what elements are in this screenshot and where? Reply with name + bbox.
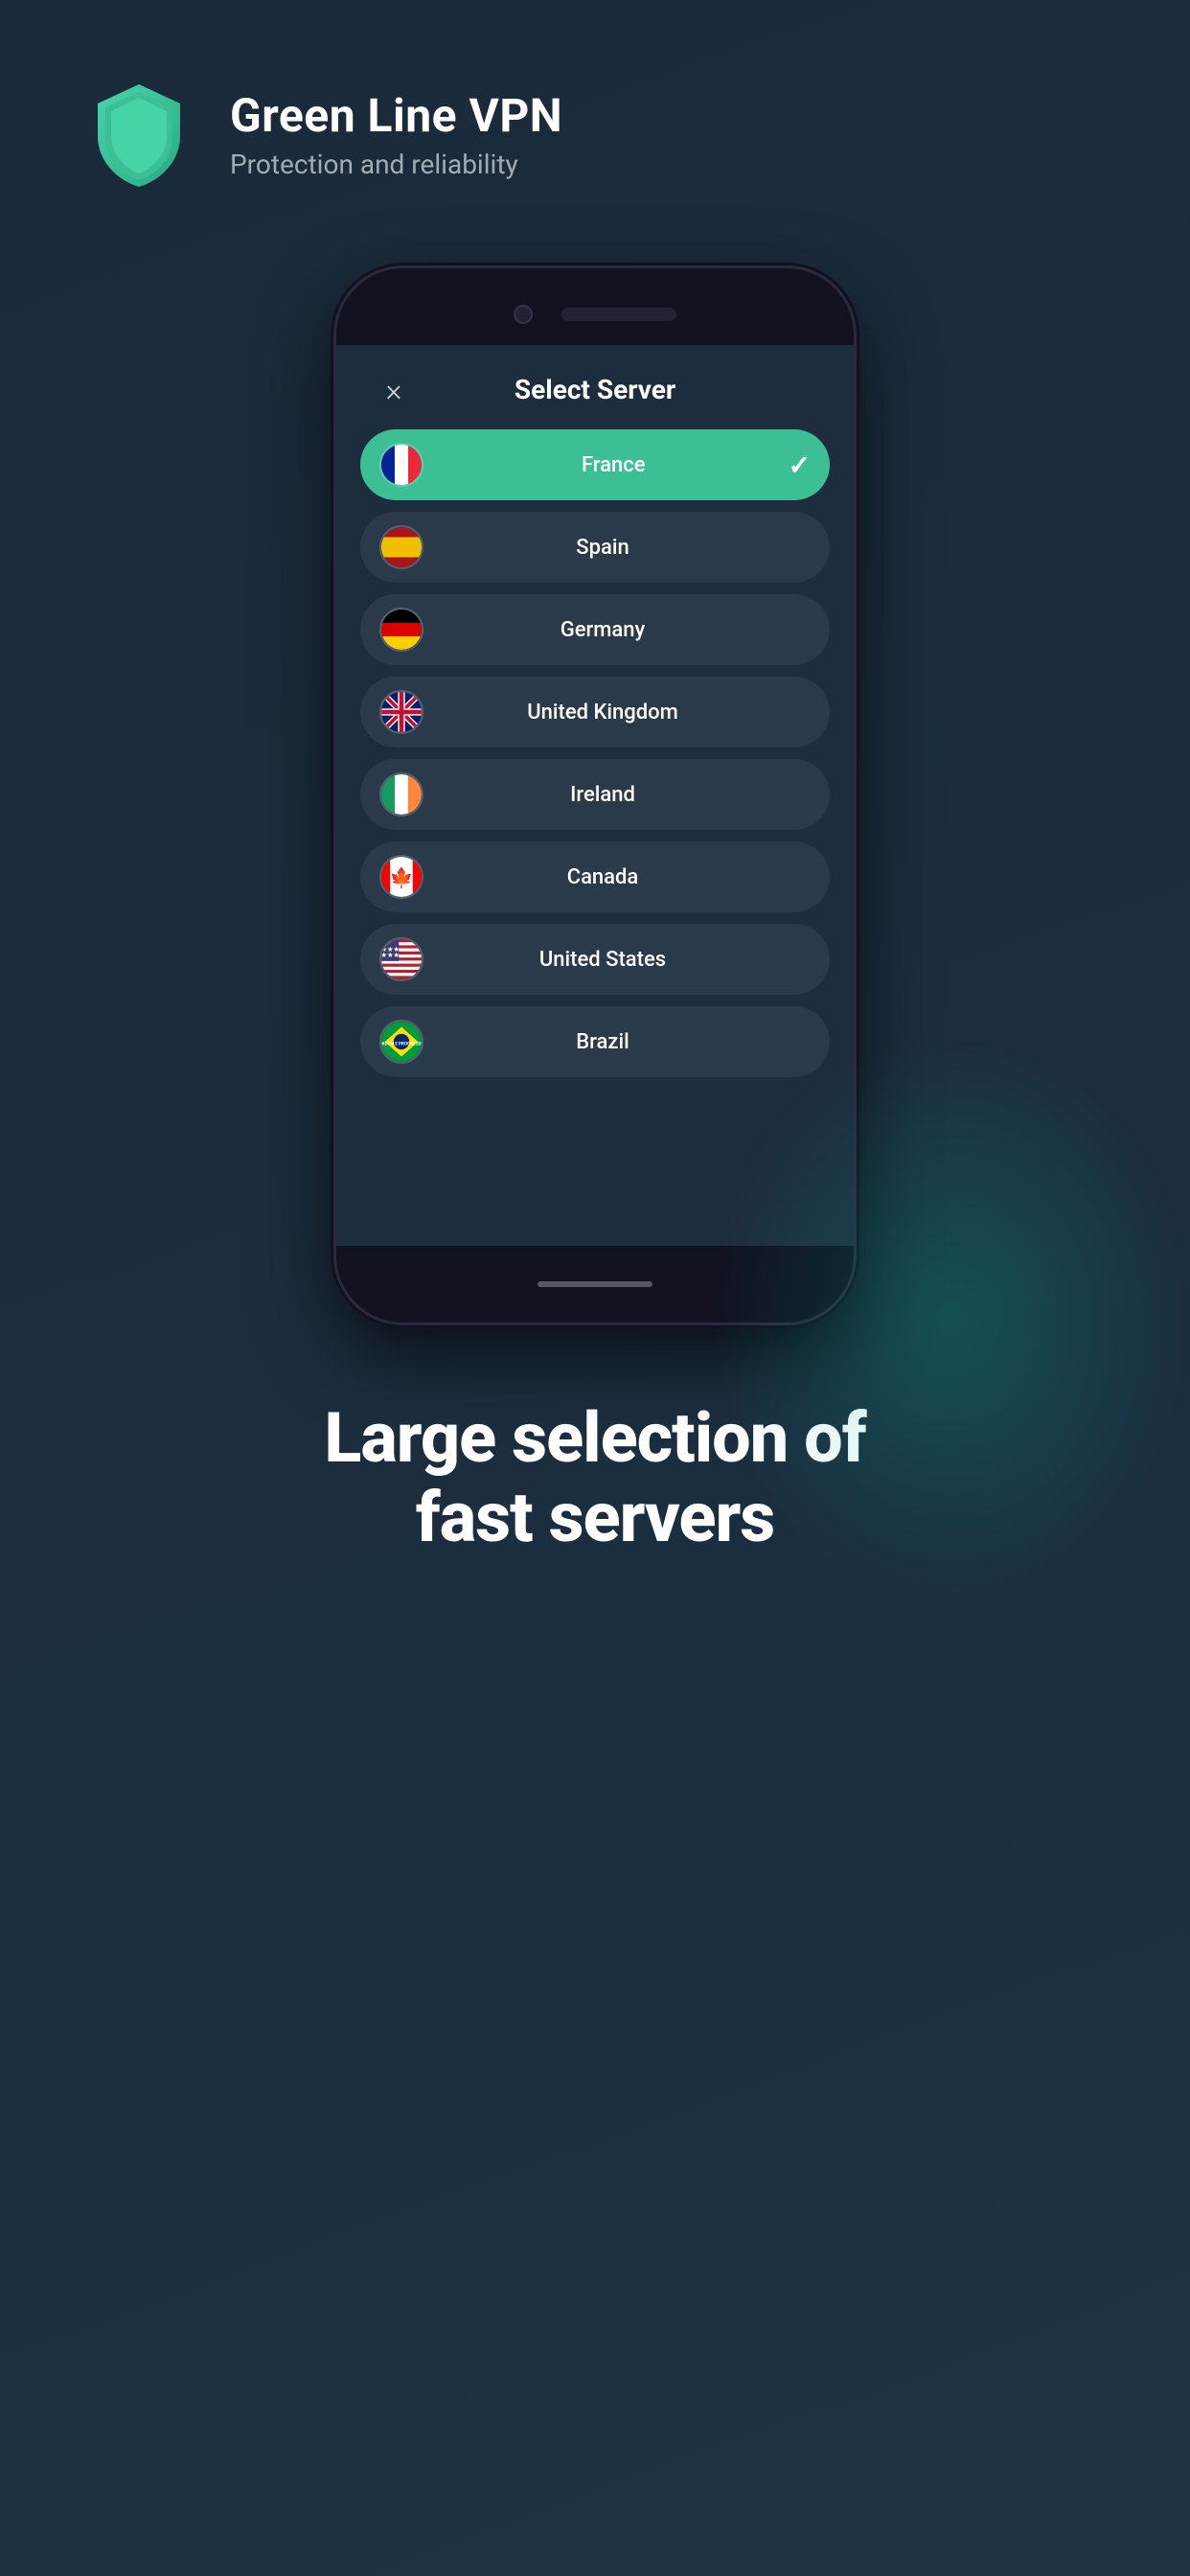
server-item-united-states[interactable]: ★★★ ★★★ United States xyxy=(360,924,830,995)
server-item-ireland[interactable]: Ireland xyxy=(360,759,830,830)
close-icon: × xyxy=(386,375,402,405)
phone-top-bar xyxy=(336,268,854,345)
check-icon: ✓ xyxy=(789,449,811,481)
server-item-brazil[interactable]: ORDEM E PROGRESSO Brazil xyxy=(360,1006,830,1077)
server-item-france[interactable]: France ✓ xyxy=(360,429,830,500)
tagline-line1: Large selection of xyxy=(324,1397,865,1479)
phone-screen: × Select Server xyxy=(336,345,854,1246)
server-name-brazil: Brazil xyxy=(439,1030,767,1054)
server-name-united-kingdom: United Kingdom xyxy=(439,701,767,724)
flag-germany xyxy=(379,608,423,652)
app-title: Green Line VPN xyxy=(230,88,562,143)
app-subtitle: Protection and reliability xyxy=(230,149,562,180)
phone-bottom-bar xyxy=(336,1246,854,1322)
bottom-tagline: Large selection of fast servers xyxy=(0,1322,1190,1616)
phone-camera xyxy=(514,305,533,324)
server-name-united-states: United States xyxy=(439,948,767,972)
flag-france xyxy=(379,443,423,487)
svg-text:🍁: 🍁 xyxy=(390,865,414,888)
flag-united-states: ★★★ ★★★ xyxy=(379,937,423,981)
server-item-spain[interactable]: Spain xyxy=(360,512,830,583)
svg-text:★★★: ★★★ xyxy=(381,951,400,959)
server-name-canada: Canada xyxy=(439,865,767,889)
server-list: France ✓ Spain xyxy=(355,429,835,1077)
phone-speaker xyxy=(561,308,676,321)
screen-title: Select Server xyxy=(515,374,675,405)
shield-icon xyxy=(86,77,192,192)
home-indicator xyxy=(538,1281,652,1287)
server-item-germany[interactable]: Germany xyxy=(360,594,830,665)
flag-ireland xyxy=(379,772,423,816)
server-item-canada[interactable]: 🍁 Canada xyxy=(360,841,830,912)
app-header: Green Line VPN Protection and reliabilit… xyxy=(0,0,1190,249)
flag-brazil: ORDEM E PROGRESSO xyxy=(379,1020,423,1064)
server-name-spain: Spain xyxy=(439,536,767,560)
flag-canada: 🍁 xyxy=(379,855,423,899)
flag-spain xyxy=(379,525,423,569)
server-name-france: France xyxy=(439,453,789,477)
server-item-united-kingdom[interactable]: United Kingdom xyxy=(360,677,830,748)
screen-header: × Select Server xyxy=(355,345,835,429)
tagline-line2: fast servers xyxy=(416,1477,774,1558)
flag-united-kingdom xyxy=(379,690,423,734)
server-name-germany: Germany xyxy=(439,618,767,642)
close-button[interactable]: × xyxy=(375,371,413,409)
server-name-ireland: Ireland xyxy=(439,783,767,807)
svg-text:ORDEM E PROGRESSO: ORDEM E PROGRESSO xyxy=(381,1042,422,1047)
phone-mockup: × Select Server xyxy=(0,268,1190,1322)
app-title-group: Green Line VPN Protection and reliabilit… xyxy=(230,88,562,180)
phone-frame: × Select Server xyxy=(336,268,854,1322)
